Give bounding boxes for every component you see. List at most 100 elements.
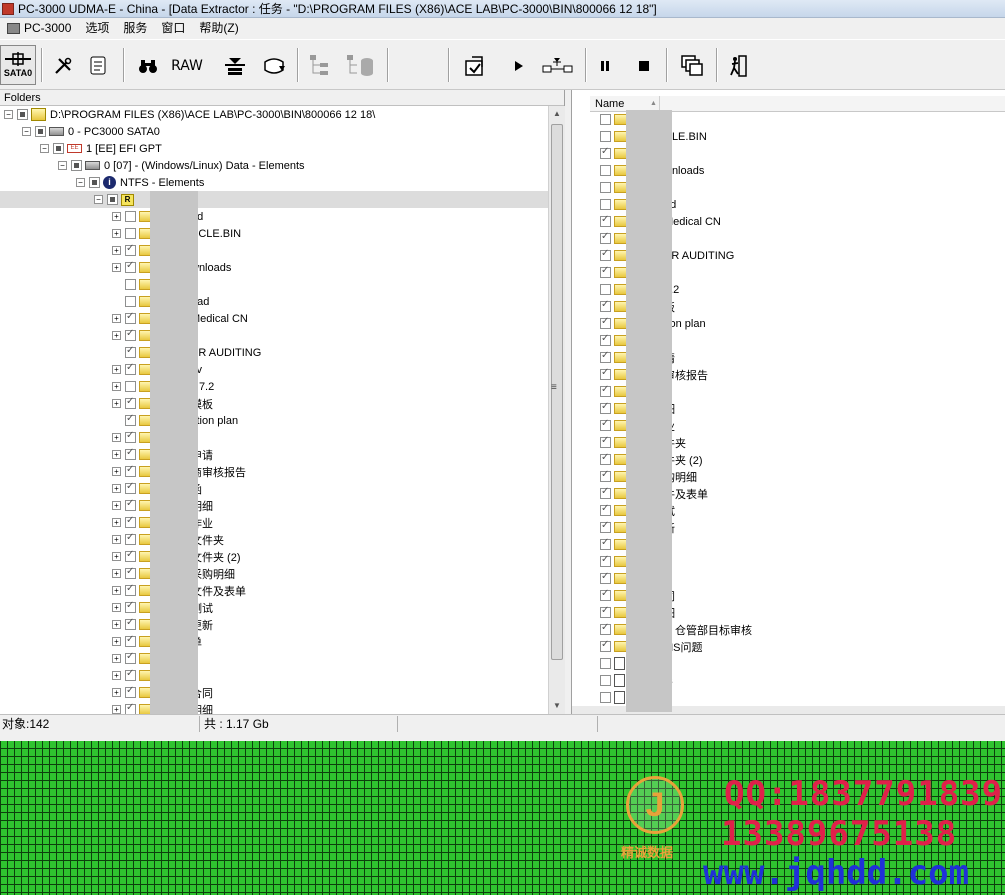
scroll-up-icon[interactable]: ▲ bbox=[549, 106, 565, 122]
tree-checkbox[interactable] bbox=[125, 396, 136, 409]
tree-row[interactable]: +cv bbox=[0, 361, 548, 378]
windows-button[interactable] bbox=[678, 46, 706, 86]
tree-row[interactable]: n bbox=[0, 276, 548, 293]
list-checkbox[interactable] bbox=[600, 675, 611, 686]
tree-checkbox[interactable] bbox=[125, 311, 136, 324]
expand-icon[interactable]: + bbox=[112, 246, 121, 255]
expand-icon[interactable]: + bbox=[112, 705, 121, 714]
expand-icon[interactable]: + bbox=[112, 671, 121, 680]
list-checkbox[interactable] bbox=[600, 520, 611, 533]
list-checkbox[interactable] bbox=[600, 199, 611, 210]
list-checkbox[interactable] bbox=[600, 114, 611, 125]
collapse-icon[interactable]: − bbox=[40, 144, 49, 153]
list-checkbox[interactable] bbox=[600, 537, 611, 550]
tree-row[interactable]: +单 bbox=[0, 633, 548, 650]
list-checkbox[interactable] bbox=[600, 588, 611, 601]
tree-checkbox[interactable] bbox=[17, 109, 28, 120]
tree-checkbox[interactable] bbox=[125, 345, 136, 358]
tree-checkbox[interactable] bbox=[125, 566, 136, 579]
export-button[interactable] bbox=[460, 46, 490, 86]
expand-icon[interactable]: + bbox=[112, 552, 121, 561]
tree-row[interactable]: + bbox=[0, 327, 548, 344]
tree-checkbox[interactable] bbox=[125, 600, 136, 613]
list-checkbox[interactable] bbox=[600, 571, 611, 584]
tree-checkbox[interactable] bbox=[125, 279, 136, 290]
tree-checkbox[interactable] bbox=[125, 296, 136, 307]
menu-help[interactable]: 帮助(Z) bbox=[192, 19, 245, 38]
expand-icon[interactable]: + bbox=[112, 501, 121, 510]
menu-options[interactable]: 选项 bbox=[78, 19, 116, 38]
list-checkbox[interactable] bbox=[600, 367, 611, 380]
list-checkbox[interactable] bbox=[600, 452, 611, 465]
tree-checkbox[interactable] bbox=[53, 143, 64, 154]
list-checkbox[interactable] bbox=[600, 418, 611, 431]
expand-icon[interactable]: + bbox=[112, 484, 121, 493]
list-checkbox[interactable] bbox=[600, 299, 611, 312]
search-button[interactable] bbox=[134, 46, 162, 86]
list-checkbox[interactable] bbox=[600, 435, 611, 448]
list-checkbox[interactable] bbox=[600, 248, 611, 261]
tree-checkbox[interactable] bbox=[125, 464, 136, 477]
list-item[interactable]: 、仓管部目标审核 bbox=[600, 621, 752, 638]
list-checkbox[interactable] bbox=[600, 401, 611, 414]
expand-icon[interactable]: + bbox=[112, 382, 121, 391]
menu-window[interactable]: 窗口 bbox=[154, 19, 192, 38]
tree-checkbox[interactable] bbox=[125, 532, 136, 545]
tree-row-filesystem[interactable]: − i NTFS - Elements bbox=[0, 174, 548, 191]
list-checkbox[interactable] bbox=[600, 165, 611, 176]
list-checkbox[interactable] bbox=[600, 214, 611, 227]
list-checkbox[interactable] bbox=[600, 622, 611, 635]
tree-checkbox[interactable] bbox=[125, 549, 136, 562]
collapse-icon[interactable]: − bbox=[76, 178, 85, 187]
tree-checkbox[interactable] bbox=[125, 260, 136, 273]
tree-checkbox[interactable] bbox=[125, 685, 136, 698]
tree-row-partition-table[interactable]: − EE 1 [EE] EFI GPT bbox=[0, 140, 548, 157]
tree-row[interactable]: + 商审核报告 bbox=[0, 463, 548, 480]
disk-open-button[interactable] bbox=[259, 46, 289, 86]
tree-checkbox[interactable] bbox=[125, 381, 136, 392]
splitter-grip-icon[interactable]: ≡ bbox=[551, 382, 557, 393]
list-checkbox[interactable] bbox=[600, 503, 611, 516]
expand-icon[interactable]: + bbox=[112, 654, 121, 663]
hdd-button[interactable] bbox=[220, 46, 250, 86]
tree-row[interactable]: +nd bbox=[0, 208, 548, 225]
list-checkbox[interactable] bbox=[600, 486, 611, 499]
expand-icon[interactable]: + bbox=[112, 314, 121, 323]
expand-icon[interactable]: + bbox=[112, 399, 121, 408]
exit-button[interactable] bbox=[724, 46, 752, 86]
menu-service[interactable]: 服务 bbox=[116, 19, 154, 38]
list-checkbox[interactable] bbox=[600, 605, 611, 618]
list-checkbox[interactable] bbox=[600, 131, 611, 142]
tree-checkbox[interactable] bbox=[125, 430, 136, 443]
expand-icon[interactable]: + bbox=[112, 433, 121, 442]
collapse-icon[interactable]: − bbox=[22, 127, 31, 136]
expand-icon[interactable]: + bbox=[112, 586, 121, 595]
tree-row[interactable]: +wnloads bbox=[0, 259, 548, 276]
expand-icon[interactable]: + bbox=[112, 518, 121, 527]
expand-icon[interactable]: + bbox=[112, 212, 121, 221]
tree-row[interactable]: SR AUDITING bbox=[0, 344, 548, 361]
list-checkbox[interactable] bbox=[600, 469, 611, 482]
tree-checkbox[interactable] bbox=[71, 160, 82, 171]
list-checkbox[interactable] bbox=[600, 265, 611, 278]
tree-view-button[interactable] bbox=[305, 46, 335, 86]
tree-row-partition[interactable]: − 0 [07] - (Windows/Linux) Data - Elemen… bbox=[0, 157, 548, 174]
list-checkbox[interactable] bbox=[600, 316, 611, 329]
tree-checkbox[interactable] bbox=[125, 583, 136, 596]
tree-row-root-dir[interactable]: − R bbox=[0, 191, 548, 208]
tree-checkbox[interactable] bbox=[107, 194, 118, 205]
tree-checkbox[interactable] bbox=[125, 211, 136, 222]
list-checkbox[interactable] bbox=[600, 231, 611, 244]
tree-row[interactable]: +函 bbox=[0, 480, 548, 497]
expand-icon[interactable]: + bbox=[112, 535, 121, 544]
tree-checkbox[interactable] bbox=[125, 668, 136, 681]
tree-row[interactable]: +作业 bbox=[0, 514, 548, 531]
tree-row[interactable]: +测试 bbox=[0, 599, 548, 616]
tree-checkbox[interactable] bbox=[125, 515, 136, 528]
network-button[interactable] bbox=[540, 46, 576, 86]
tree-row[interactable]: +采购明细 bbox=[0, 565, 548, 582]
tree-checkbox[interactable] bbox=[125, 651, 136, 664]
tree-checkbox[interactable] bbox=[125, 481, 136, 494]
tree-checkbox[interactable] bbox=[125, 328, 136, 341]
pause-button[interactable] bbox=[594, 46, 616, 86]
